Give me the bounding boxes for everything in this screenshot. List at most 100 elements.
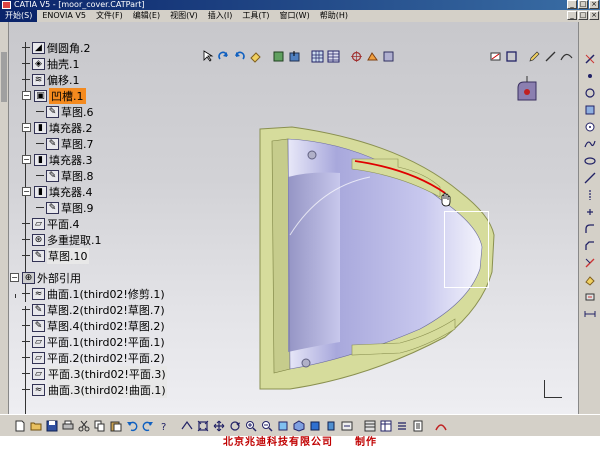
compass-icon[interactable] (510, 74, 544, 108)
cut-icon[interactable] (76, 418, 91, 433)
menu-enovia[interactable]: ENOVIA V5 (37, 10, 91, 22)
axis-icon[interactable] (583, 188, 597, 202)
pan-icon[interactable] (211, 418, 226, 433)
tree-scrollbar[interactable] (0, 22, 9, 414)
spline-icon[interactable] (583, 137, 597, 151)
grid-icon[interactable] (310, 49, 325, 64)
menu-window[interactable]: 窗口(W) (275, 10, 315, 22)
expander-minus[interactable]: − (10, 273, 19, 282)
tree-item[interactable]: − ▮ 填充器.3 (22, 152, 93, 167)
expander-minus[interactable]: − (22, 155, 31, 164)
tree-item[interactable]: ≈ 曲面.3(third02!曲面.1) (22, 381, 167, 398)
point-icon[interactable] (583, 69, 597, 83)
spline-tool-icon[interactable] (559, 49, 574, 64)
copy-icon[interactable] (92, 418, 107, 433)
tree-item[interactable]: ▱ 平面.4 (22, 216, 80, 231)
trim-icon[interactable] (583, 256, 597, 270)
hide-icon[interactable] (323, 418, 338, 433)
rotate-view-icon[interactable] (227, 418, 242, 433)
fit-all-icon[interactable] (195, 418, 210, 433)
maximize-button[interactable]: □ (578, 0, 588, 9)
tree-item[interactable]: ✎ 草图.7 (36, 136, 94, 151)
tree-item[interactable]: − ▮ 填充器.2 (22, 120, 93, 135)
scrollbar-thumb[interactable] (1, 52, 7, 102)
fillet-icon[interactable] (583, 222, 597, 236)
minimize-button[interactable]: _ (567, 0, 577, 9)
tree-item[interactable]: ✎ 草图.2(third02!草图.7) (22, 302, 165, 317)
list-icon[interactable] (394, 418, 409, 433)
close-button[interactable]: × (589, 0, 599, 9)
profile-icon[interactable] (583, 103, 597, 117)
print-icon[interactable] (60, 418, 75, 433)
tree-item[interactable]: ✎ 草图.10 (22, 247, 89, 264)
menu-edit[interactable]: 编辑(E) (128, 10, 165, 22)
tree-item[interactable]: ≈ 曲面.1(third02!修剪.1) (22, 286, 165, 301)
tree-item[interactable]: ✎ 草图.9 (36, 200, 94, 215)
circle-icon[interactable] (583, 86, 597, 100)
tree-item[interactable]: ⊛ 多重提取.1 (22, 232, 102, 247)
view-icon[interactable] (271, 49, 286, 64)
menu-view[interactable]: 视图(V) (165, 10, 203, 22)
tree-item[interactable]: ▱ 平面.2(third02!平面.2) (22, 350, 165, 365)
menu-start[interactable]: 开始(S) (0, 10, 38, 22)
circle-tool-icon[interactable] (583, 120, 597, 134)
doc-close-button[interactable]: × (589, 11, 599, 20)
tree-item[interactable]: ◈ 抽壳.1 (22, 56, 80, 71)
new-icon[interactable] (12, 418, 27, 433)
tree-item[interactable]: ✎ 草图.6 (36, 104, 94, 119)
tree-item[interactable]: ≋ 偏移.1 (22, 72, 80, 87)
pencil-icon[interactable] (527, 49, 542, 64)
eraser-tool-icon[interactable] (583, 273, 597, 287)
tree-item-groove[interactable]: − ▣ 凹槽.1 (22, 87, 86, 104)
menu-help[interactable]: 帮助(H) (315, 10, 353, 22)
frame-icon[interactable] (504, 49, 519, 64)
open-icon[interactable] (28, 418, 43, 433)
table-icon[interactable] (326, 49, 341, 64)
expander-minus[interactable]: − (22, 123, 31, 132)
normal-icon[interactable] (275, 418, 290, 433)
apply-material-icon[interactable] (362, 418, 377, 433)
tree-item[interactable]: ◢ 倒圆角.2 (22, 40, 91, 55)
eraser-icon[interactable] (248, 49, 263, 64)
shading-icon[interactable] (307, 418, 322, 433)
expander-minus[interactable]: − (22, 187, 31, 196)
menu-tools[interactable]: 工具(T) (237, 10, 274, 22)
swap-icon[interactable] (339, 418, 354, 433)
point-tool-icon[interactable] (583, 205, 597, 219)
line-icon[interactable] (583, 171, 597, 185)
redo-icon[interactable] (232, 49, 247, 64)
normal-view-icon[interactable] (287, 49, 302, 64)
line-tool-icon[interactable] (543, 49, 558, 64)
zoom-in-icon[interactable] (243, 418, 258, 433)
sketcher-icon[interactable] (583, 52, 597, 66)
doc-minimize-button[interactable]: _ (567, 11, 577, 20)
cursor-icon[interactable] (200, 49, 215, 64)
sketch-icon[interactable] (488, 49, 503, 64)
expander-minus[interactable]: − (22, 91, 31, 100)
tree-item[interactable]: ▱ 平面.3(third02!平面.3) (22, 365, 167, 382)
save-icon[interactable] (44, 418, 59, 433)
report-icon[interactable] (410, 418, 425, 433)
snap-icon[interactable] (349, 49, 364, 64)
doc-restore-button[interactable]: □ (578, 11, 588, 20)
chamfer-icon[interactable] (583, 239, 597, 253)
measure-icon[interactable] (365, 49, 380, 64)
dimension-icon[interactable] (583, 307, 597, 321)
fly-icon[interactable] (179, 418, 194, 433)
apply-icon[interactable] (381, 49, 396, 64)
tree-item[interactable]: ✎ 草图.8 (36, 168, 94, 183)
tree-item-external-references[interactable]: − ⊕ 外部引用 (10, 270, 81, 285)
paste-icon[interactable] (108, 418, 123, 433)
rotate-icon[interactable] (216, 49, 231, 64)
tree-item[interactable]: − ▮ 填充器.4 (22, 184, 93, 199)
tree-item[interactable]: ✎ 草图.4(third02!草图.2) (22, 318, 165, 333)
undo-icon[interactable] (124, 418, 139, 433)
table-tool-icon[interactable] (378, 418, 393, 433)
ellipse-icon[interactable] (583, 154, 597, 168)
help-icon[interactable]: ? (156, 418, 171, 433)
constraint-icon[interactable] (583, 290, 597, 304)
iso-view-icon[interactable] (291, 418, 306, 433)
zoom-out-icon[interactable] (259, 418, 274, 433)
tree-item[interactable]: ▱ 平面.1(third02!平面.1) (22, 334, 165, 349)
3d-viewport[interactable]: ◢ 倒圆角.2 ◈ 抽壳.1 ≋ 偏移.1 − ▣ 凹槽.1 ✎ 草图.6 − … (0, 22, 578, 414)
